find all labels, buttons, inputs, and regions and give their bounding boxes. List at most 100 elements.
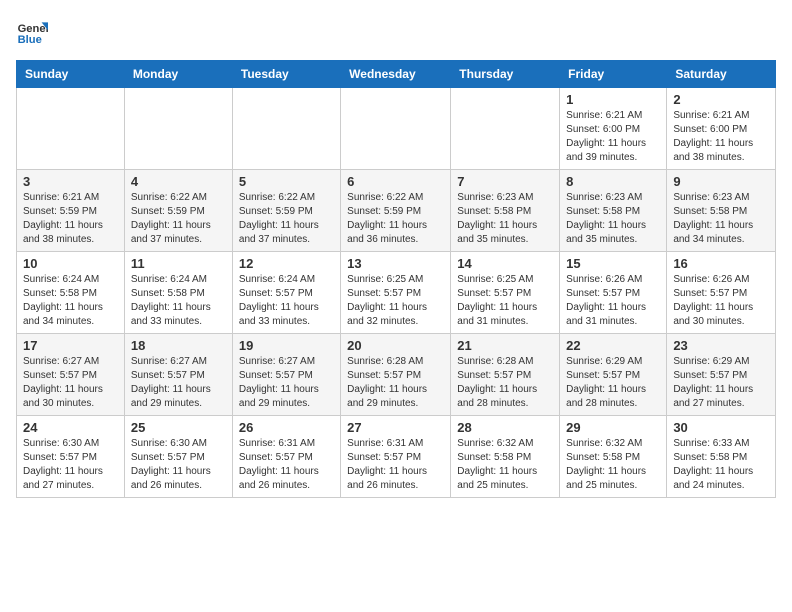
calendar-cell: 8 Sunrise: 6:23 AM Sunset: 5:58 PM Daylig…	[560, 170, 667, 252]
day-number: 6	[347, 174, 444, 189]
weekday-header-row: SundayMondayTuesdayWednesdayThursdayFrid…	[17, 61, 776, 88]
calendar-cell: 28 Sunrise: 6:32 AM Sunset: 5:58 PM Dayli…	[451, 416, 560, 498]
day-number: 24	[23, 420, 118, 435]
calendar-cell: 27 Sunrise: 6:31 AM Sunset: 5:57 PM Dayli…	[341, 416, 451, 498]
calendar-cell: 10 Sunrise: 6:24 AM Sunset: 5:58 PM Dayli…	[17, 252, 125, 334]
calendar-cell: 3 Sunrise: 6:21 AM Sunset: 5:59 PM Daylig…	[17, 170, 125, 252]
day-number: 23	[673, 338, 769, 353]
calendar-table: SundayMondayTuesdayWednesdayThursdayFrid…	[16, 60, 776, 498]
calendar-cell: 26 Sunrise: 6:31 AM Sunset: 5:57 PM Dayli…	[232, 416, 340, 498]
day-info: Sunrise: 6:27 AM Sunset: 5:57 PM Dayligh…	[239, 355, 334, 411]
day-number: 11	[131, 256, 226, 271]
day-info: Sunrise: 6:29 AM Sunset: 5:57 PM Dayligh…	[673, 355, 769, 411]
day-info: Sunrise: 6:21 AM Sunset: 5:59 PM Dayligh…	[23, 191, 118, 247]
day-number: 15	[566, 256, 660, 271]
calendar-cell: 24Sunrise: 6:30 AM Sunset: 5:57 PM Dayli…	[17, 416, 125, 498]
day-number: 29	[566, 420, 660, 435]
day-info: Sunrise: 6:22 AM Sunset: 5:59 PM Dayligh…	[239, 191, 334, 247]
weekday-header: Saturday	[667, 61, 776, 88]
weekday-header: Monday	[124, 61, 232, 88]
day-info: Sunrise: 6:31 AM Sunset: 5:57 PM Dayligh…	[347, 437, 444, 493]
day-info: Sunrise: 6:31 AM Sunset: 5:57 PM Dayligh…	[239, 437, 334, 493]
day-info: Sunrise: 6:29 AM Sunset: 5:57 PM Dayligh…	[566, 355, 660, 411]
day-number: 21	[457, 338, 553, 353]
day-number: 13	[347, 256, 444, 271]
calendar-cell	[451, 88, 560, 170]
day-number: 16	[673, 256, 769, 271]
day-number: 3	[23, 174, 118, 189]
calendar-week-row: 3 Sunrise: 6:21 AM Sunset: 5:59 PM Daylig…	[17, 170, 776, 252]
day-number: 25	[131, 420, 226, 435]
day-info: Sunrise: 6:23 AM Sunset: 5:58 PM Dayligh…	[566, 191, 660, 247]
calendar-cell: 7 Sunrise: 6:23 AM Sunset: 5:58 PM Daylig…	[451, 170, 560, 252]
day-info: Sunrise: 6:21 AM Sunset: 6:00 PM Dayligh…	[566, 109, 660, 165]
day-number: 26	[239, 420, 334, 435]
day-number: 7	[457, 174, 553, 189]
day-info: Sunrise: 6:33 AM Sunset: 5:58 PM Dayligh…	[673, 437, 769, 493]
calendar-cell: 18Sunrise: 6:27 AM Sunset: 5:57 PM Dayli…	[124, 334, 232, 416]
calendar-cell: 19 Sunrise: 6:27 AM Sunset: 5:57 PM Dayli…	[232, 334, 340, 416]
calendar-cell	[341, 88, 451, 170]
day-number: 30	[673, 420, 769, 435]
calendar-cell: 12 Sunrise: 6:24 AM Sunset: 5:57 PM Dayli…	[232, 252, 340, 334]
day-info: Sunrise: 6:32 AM Sunset: 5:58 PM Dayligh…	[457, 437, 553, 493]
day-info: Sunrise: 6:26 AM Sunset: 5:57 PM Dayligh…	[673, 273, 769, 329]
day-info: Sunrise: 6:23 AM Sunset: 5:58 PM Dayligh…	[673, 191, 769, 247]
calendar-cell: 14 Sunrise: 6:25 AM Sunset: 5:57 PM Dayli…	[451, 252, 560, 334]
calendar-week-row: 10 Sunrise: 6:24 AM Sunset: 5:58 PM Dayli…	[17, 252, 776, 334]
day-number: 14	[457, 256, 553, 271]
day-info: Sunrise: 6:24 AM Sunset: 5:57 PM Dayligh…	[239, 273, 334, 329]
day-info: Sunrise: 6:27 AM Sunset: 5:57 PM Dayligh…	[23, 355, 118, 411]
day-number: 1	[566, 92, 660, 107]
calendar-cell: 2Sunrise: 6:21 AM Sunset: 6:00 PM Daylig…	[667, 88, 776, 170]
svg-text:General: General	[18, 23, 48, 35]
day-number: 20	[347, 338, 444, 353]
day-info: Sunrise: 6:22 AM Sunset: 5:59 PM Dayligh…	[347, 191, 444, 247]
calendar-cell: 11Sunrise: 6:24 AM Sunset: 5:58 PM Dayli…	[124, 252, 232, 334]
calendar-cell: 25 Sunrise: 6:30 AM Sunset: 5:57 PM Dayli…	[124, 416, 232, 498]
calendar-cell: 23 Sunrise: 6:29 AM Sunset: 5:57 PM Dayli…	[667, 334, 776, 416]
calendar-cell: 5 Sunrise: 6:22 AM Sunset: 5:59 PM Daylig…	[232, 170, 340, 252]
calendar-cell: 22 Sunrise: 6:29 AM Sunset: 5:57 PM Dayli…	[560, 334, 667, 416]
day-info: Sunrise: 6:28 AM Sunset: 5:57 PM Dayligh…	[347, 355, 444, 411]
day-number: 18	[131, 338, 226, 353]
calendar-cell: 9Sunrise: 6:23 AM Sunset: 5:58 PM Daylig…	[667, 170, 776, 252]
svg-text:Blue: Blue	[18, 34, 42, 46]
weekday-header: Friday	[560, 61, 667, 88]
day-info: Sunrise: 6:32 AM Sunset: 5:58 PM Dayligh…	[566, 437, 660, 493]
calendar-cell	[124, 88, 232, 170]
day-number: 10	[23, 256, 118, 271]
weekday-header: Tuesday	[232, 61, 340, 88]
day-number: 28	[457, 420, 553, 435]
day-number: 8	[566, 174, 660, 189]
day-info: Sunrise: 6:28 AM Sunset: 5:57 PM Dayligh…	[457, 355, 553, 411]
calendar-cell	[17, 88, 125, 170]
weekday-header: Sunday	[17, 61, 125, 88]
calendar-cell: 17Sunrise: 6:27 AM Sunset: 5:57 PM Dayli…	[17, 334, 125, 416]
page-header: General Blue	[16, 16, 776, 48]
calendar-cell: 13 Sunrise: 6:25 AM Sunset: 5:57 PM Dayli…	[341, 252, 451, 334]
calendar-cell	[232, 88, 340, 170]
day-number: 2	[673, 92, 769, 107]
calendar-cell: 20 Sunrise: 6:28 AM Sunset: 5:57 PM Dayli…	[341, 334, 451, 416]
day-number: 12	[239, 256, 334, 271]
calendar-cell: 29 Sunrise: 6:32 AM Sunset: 5:58 PM Dayli…	[560, 416, 667, 498]
day-number: 27	[347, 420, 444, 435]
day-info: Sunrise: 6:23 AM Sunset: 5:58 PM Dayligh…	[457, 191, 553, 247]
calendar-cell: 30 Sunrise: 6:33 AM Sunset: 5:58 PM Dayli…	[667, 416, 776, 498]
day-info: Sunrise: 6:30 AM Sunset: 5:57 PM Dayligh…	[131, 437, 226, 493]
calendar-cell: 21 Sunrise: 6:28 AM Sunset: 5:57 PM Dayli…	[451, 334, 560, 416]
logo-icon: General Blue	[16, 16, 48, 48]
day-info: Sunrise: 6:22 AM Sunset: 5:59 PM Dayligh…	[131, 191, 226, 247]
day-info: Sunrise: 6:26 AM Sunset: 5:57 PM Dayligh…	[566, 273, 660, 329]
day-number: 5	[239, 174, 334, 189]
weekday-header: Wednesday	[341, 61, 451, 88]
calendar-week-row: 1 Sunrise: 6:21 AM Sunset: 6:00 PM Daylig…	[17, 88, 776, 170]
day-number: 19	[239, 338, 334, 353]
day-info: Sunrise: 6:25 AM Sunset: 5:57 PM Dayligh…	[347, 273, 444, 329]
day-info: Sunrise: 6:25 AM Sunset: 5:57 PM Dayligh…	[457, 273, 553, 329]
day-info: Sunrise: 6:24 AM Sunset: 5:58 PM Dayligh…	[23, 273, 118, 329]
day-number: 4	[131, 174, 226, 189]
weekday-header: Thursday	[451, 61, 560, 88]
day-number: 22	[566, 338, 660, 353]
